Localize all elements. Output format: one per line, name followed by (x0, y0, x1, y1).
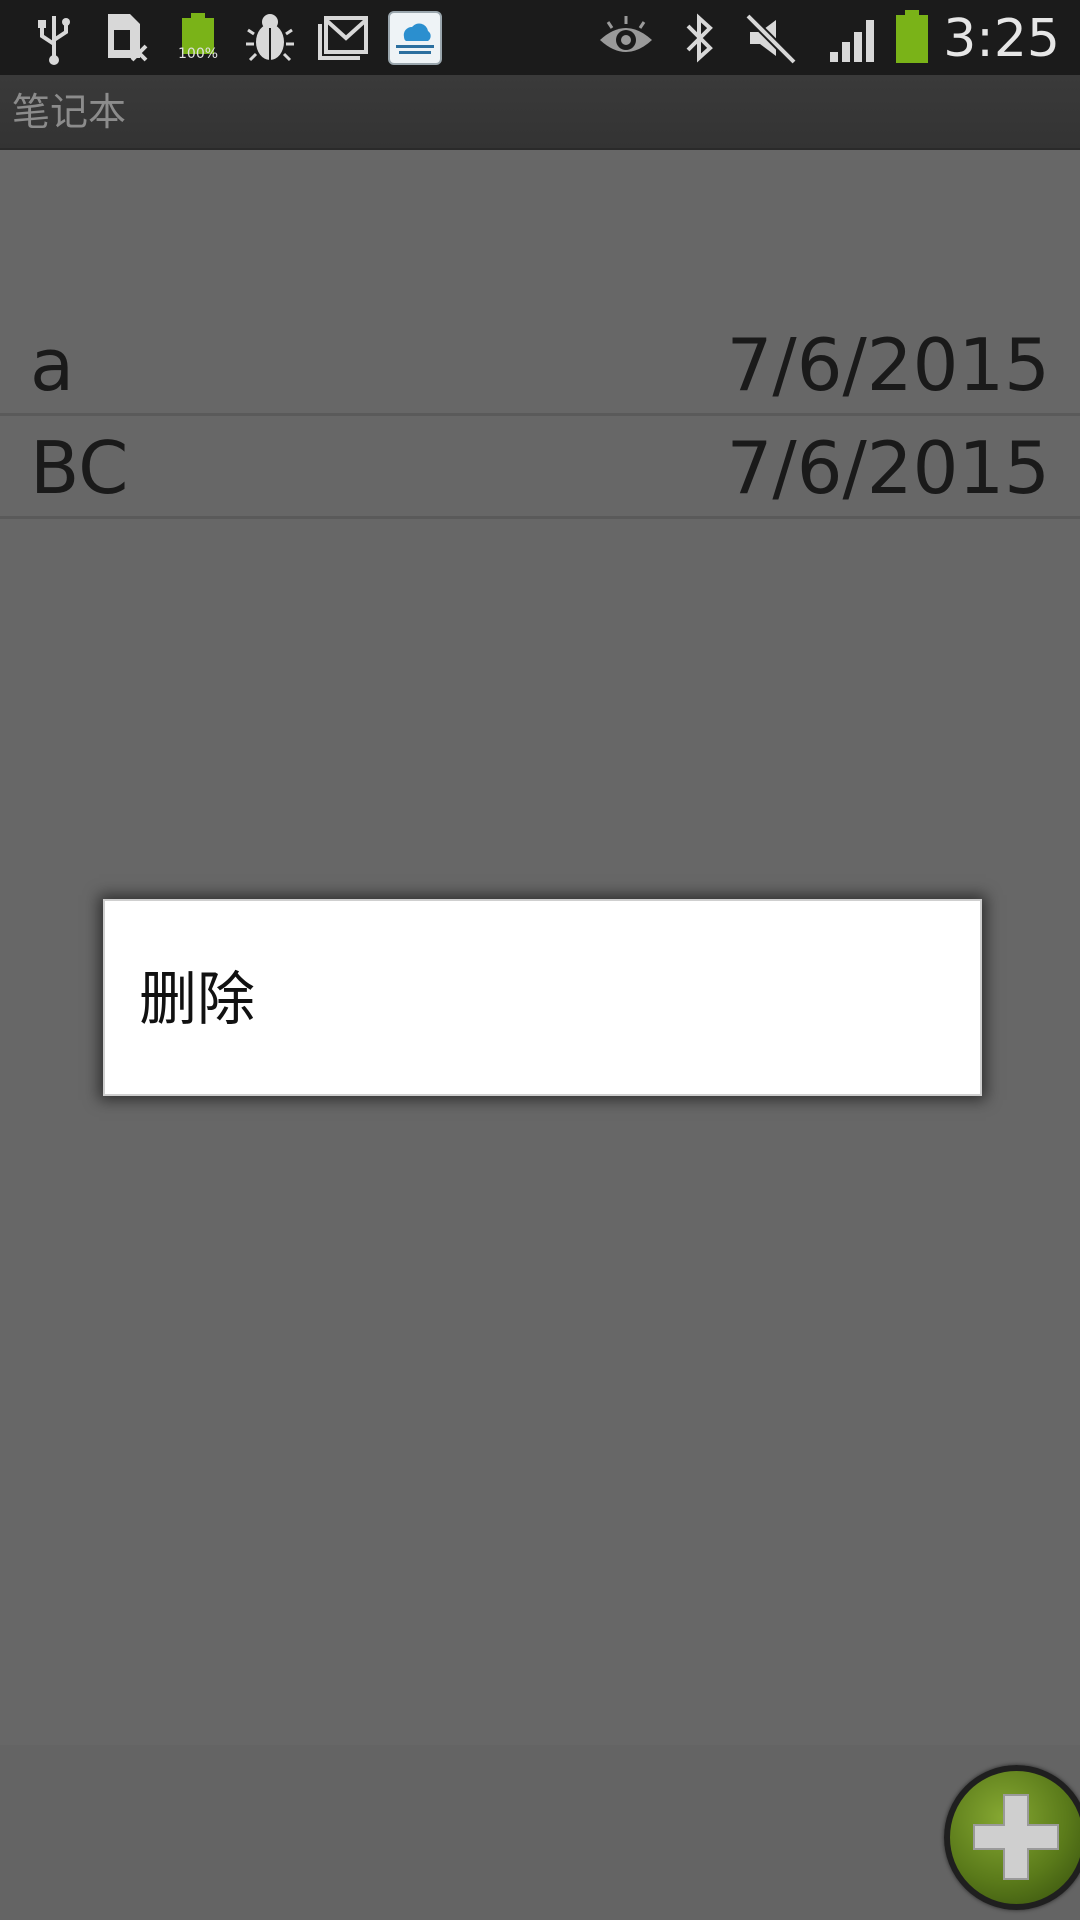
bottom-bar (0, 1745, 1080, 1920)
sim-card-disabled-icon (108, 14, 148, 62)
clock-time: 3:25 (943, 9, 1060, 69)
note-title: a (30, 323, 75, 407)
add-note-button[interactable] (944, 1765, 1080, 1910)
signal-strength-icon (830, 20, 874, 62)
list-item[interactable]: BC 7/6/2015 (0, 416, 1080, 519)
context-menu-dialog: 删除 (103, 899, 982, 1096)
cloud-testing-service-icon (388, 11, 442, 65)
battery-full-icon: 100% (178, 10, 220, 66)
eye-icon (600, 16, 652, 52)
list-item[interactable]: a 7/6/2015 (0, 313, 1080, 416)
battery-percent-label: 100% (178, 46, 219, 62)
note-title: BC (30, 426, 129, 510)
gmail-icon (318, 16, 368, 60)
note-date: 7/6/2015 (726, 323, 1050, 407)
app-title: 笔记本 (12, 90, 127, 134)
battery-icon (896, 10, 928, 63)
note-date: 7/6/2015 (726, 426, 1050, 510)
delete-menu-item[interactable]: 删除 (105, 901, 980, 1094)
sound-muted-icon (745, 13, 797, 65)
debug-bug-icon (246, 14, 294, 62)
status-bar: 100% 3:25 (0, 0, 1080, 75)
delete-menu-item-label: 删除 (139, 965, 256, 1033)
bluetooth-icon (686, 13, 713, 63)
note-list: a 7/6/2015 BC 7/6/2015 (0, 313, 1080, 519)
usb-icon (38, 16, 70, 65)
action-bar: 笔记本 (0, 75, 1080, 150)
plus-icon (973, 1794, 1059, 1880)
